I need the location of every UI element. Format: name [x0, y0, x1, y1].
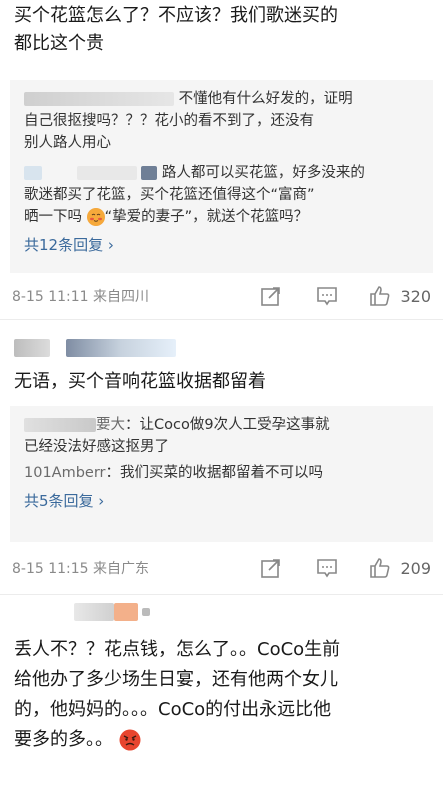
reply-item: 不懂他有什么好发的，证明 自己很抠搜吗？？？花小的看不到了，还没有 别人路人用心: [24, 91, 353, 151]
comment-icon[interactable]: [316, 285, 338, 307]
angry-face-icon: [119, 729, 141, 751]
comment-3: 丢人不？？花点钱，怎么了。。CoCo生前 给他办了多少场生日宴，还有他两个女儿 …: [0, 601, 443, 755]
comment-meta-info: 8-15 11:15 来自广东: [12, 558, 226, 578]
location: 来自广东: [93, 561, 150, 577]
like-button[interactable]: 320: [368, 284, 431, 308]
comment-2-user: [14, 334, 429, 362]
divider: [0, 319, 443, 320]
like-count: 209: [400, 558, 431, 578]
blurred-username: [114, 603, 138, 621]
comment-1-meta: 8-15 11:11 来自四川 320: [12, 273, 431, 319]
comment-2-meta: 8-15 11:15 来自广东 209: [12, 542, 431, 594]
blurred-username: [24, 92, 174, 106]
blurred-avatar: [24, 166, 42, 180]
location: 来自四川: [93, 289, 150, 305]
blurred-username: [141, 166, 158, 180]
more-replies-link[interactable]: 共5条回复 ›: [24, 490, 421, 512]
comment-3-text: 丢人不？？花点钱，怎么了。。CoCo生前 给他办了多少场生日宴，还有他两个女儿 …: [14, 639, 341, 751]
reply-item: 要大：让Coco做9次人工受孕这事就 已经没法好感这抠男了: [24, 417, 330, 455]
reply-item: 路人都可以买花篮，好多没来的 歌迷都买了花篮，买个花篮还值得这个“富商” 晒一下…: [24, 165, 365, 226]
share-icon[interactable]: [260, 557, 282, 579]
blurred-username: [76, 166, 137, 180]
blush-face-icon: [86, 208, 105, 226]
comment-2-text: 无语，买个音响花篮收据都留着: [14, 371, 266, 392]
reply-username[interactable]: 101Amberr: [24, 465, 106, 481]
thumbs-up-icon: [370, 558, 390, 578]
blurred-username: [66, 339, 176, 357]
thumbs-up-icon: [370, 286, 390, 306]
blurred-avatar: [14, 339, 50, 357]
comment-meta-info: 8-15 11:11 来自四川: [12, 286, 226, 306]
reply-item: 101Amberr：我们买菜的收据都留着不可以吗: [24, 465, 324, 481]
divider: [0, 594, 443, 595]
comment-2: 无语，买个音响花篮收据都留着 要大：让Coco做9次人工受孕这事就 已经没法好感…: [0, 334, 443, 594]
blurred-username: [24, 418, 96, 432]
comment-2-replies[interactable]: 要大：让Coco做9次人工受孕这事就 已经没法好感这抠男了 101Amberr：…: [10, 406, 433, 542]
timestamp: 8-15 11:15: [12, 561, 89, 577]
comment-1: 买个花篮怎么了？不应该？我们歌迷买的 都比这个贵 不懂他有什么好发的，证明 自己…: [0, 0, 443, 319]
blurred-badge: [142, 608, 150, 616]
comment-icon[interactable]: [316, 557, 338, 579]
more-replies-link[interactable]: 共12条回复 ›: [24, 234, 421, 256]
timestamp: 8-15 11:11: [12, 289, 89, 305]
like-count: 320: [400, 286, 431, 306]
blurred-avatar: [74, 603, 114, 621]
comment-3-user: [14, 601, 429, 623]
like-button[interactable]: 209: [368, 556, 431, 580]
comment-1-text: 买个花篮怎么了？不应该？我们歌迷买的 都比这个贵: [14, 5, 338, 54]
share-icon[interactable]: [260, 285, 282, 307]
comment-1-replies[interactable]: 不懂他有什么好发的，证明 自己很抠搜吗？？？花小的看不到了，还没有 别人路人用心…: [10, 80, 433, 273]
